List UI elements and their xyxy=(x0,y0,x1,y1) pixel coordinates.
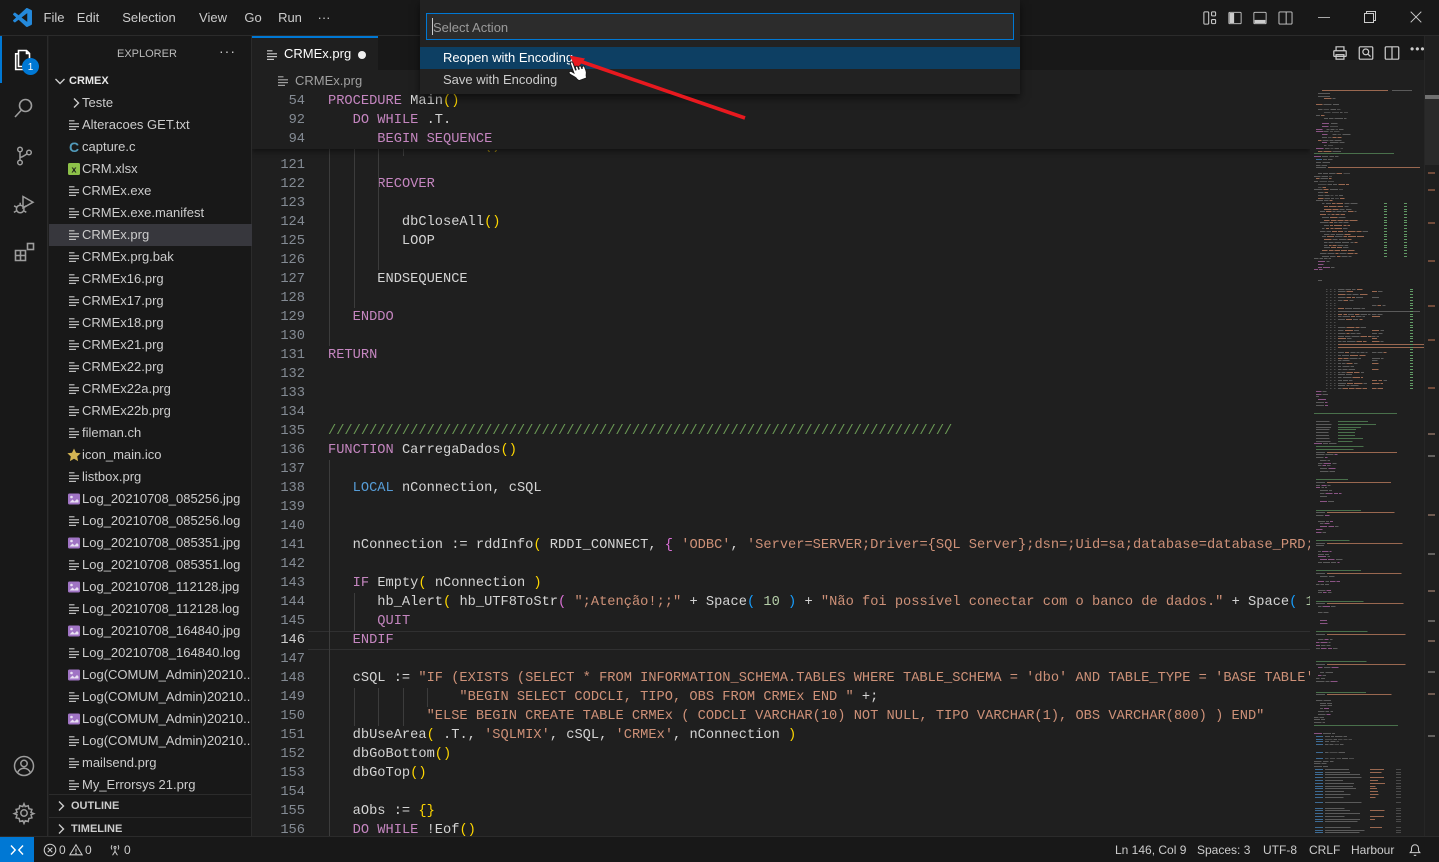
svg-text:1: 1 xyxy=(28,62,34,73)
svg-text:x: x xyxy=(71,165,76,175)
svg-text:C: C xyxy=(69,139,79,155)
